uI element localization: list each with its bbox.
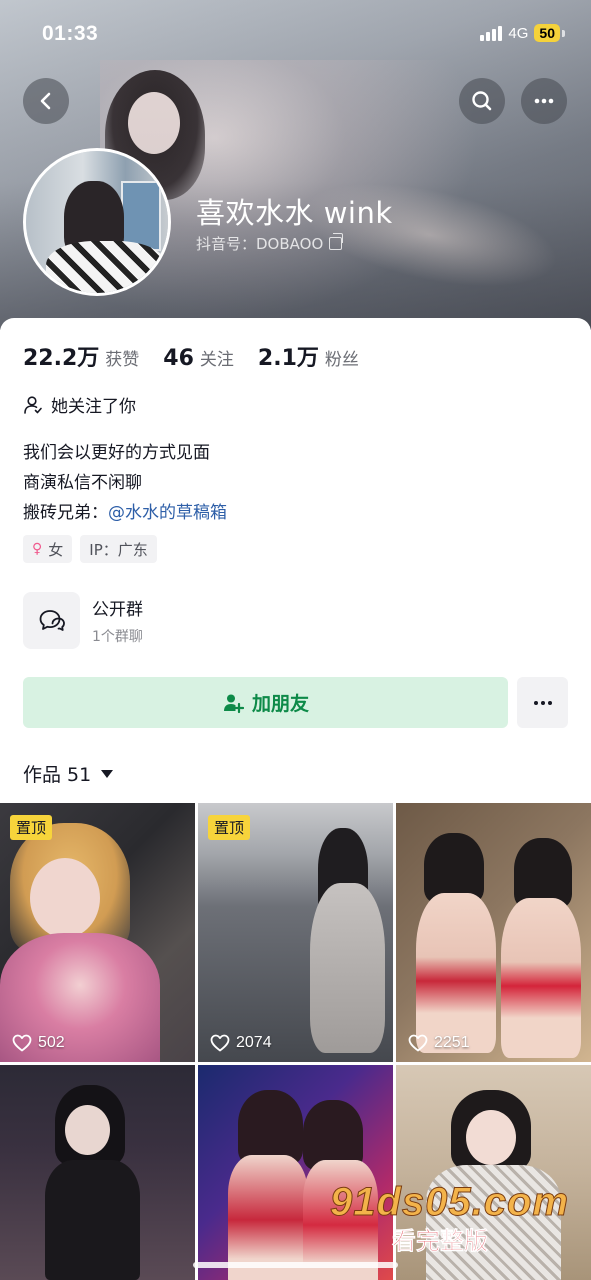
copy-icon[interactable] (329, 233, 344, 250)
chevron-left-icon (40, 92, 51, 110)
stat-label: 获赞 (105, 350, 140, 370)
stat-label: 关注 (199, 350, 234, 370)
profile-name: 喜欢水水 wink (196, 196, 393, 230)
more-icon (534, 98, 554, 104)
heart-icon (408, 1034, 428, 1052)
home-indicator[interactable] (193, 1262, 398, 1268)
group-title: 公开群 (92, 600, 143, 620)
douyin-id[interactable]: 抖音号：DOBAOO (196, 233, 344, 254)
heart-icon (210, 1034, 230, 1052)
search-button[interactable] (459, 78, 505, 124)
add-user-icon (223, 694, 244, 713)
video-likes: 2251 (408, 1034, 470, 1052)
likes-count: 502 (38, 1034, 65, 1051)
profile-more-button[interactable] (517, 677, 568, 728)
bio-prefix: 搬砖兄弟： (23, 503, 108, 523)
gender-tag: ♀ 女 (23, 535, 73, 563)
status-time: 01:33 (42, 22, 99, 45)
user-follow-icon (24, 395, 42, 414)
add-friend-button[interactable]: 加朋友 (23, 677, 508, 728)
video-likes: 2074 (210, 1034, 272, 1052)
stat-following[interactable]: 46 关注 (163, 345, 234, 371)
watermark-url: 91ds05.com (330, 1180, 570, 1225)
video-likes: 502 (12, 1034, 65, 1052)
battery-cap (562, 29, 565, 37)
back-button[interactable] (23, 78, 69, 124)
status-indicators: 4G 50 (480, 24, 565, 42)
pinned-badge: 置顶 (208, 815, 251, 840)
profile-tags: ♀ 女 IP：广东 (23, 535, 157, 563)
group-chat-icon (23, 592, 80, 649)
likes-count: 2074 (236, 1034, 272, 1051)
public-group[interactable]: 公开群 1个群聊 (23, 592, 143, 649)
avatar[interactable] (23, 148, 171, 296)
works-tab-label: 作品 51 (23, 764, 92, 786)
stat-value: 22.2万 (23, 346, 100, 371)
ip-tag: IP：广东 (80, 535, 157, 563)
stat-followers[interactable]: 2.1万 粉丝 (258, 340, 359, 372)
group-text: 公开群 1个群聊 (92, 595, 143, 646)
bio: 我们会以更好的方式见面 商演私信不闲聊 搬砖兄弟：@水水的草稿箱 (23, 438, 227, 528)
follows-you-text: 她关注了你 (51, 397, 136, 417)
bio-line: 商演私信不闲聊 (23, 473, 142, 493)
tab-works[interactable]: 作品 51 (23, 760, 114, 787)
group-subtitle: 1个群聊 (92, 629, 143, 645)
douyin-id-text: 抖音号：DOBAOO (196, 235, 324, 253)
bio-line: 我们会以更好的方式见面 (23, 443, 210, 463)
stat-value: 46 (163, 346, 194, 371)
more-options-button[interactable] (521, 78, 567, 124)
video-tile[interactable]: 置顶 2074 (198, 803, 393, 1062)
caret-down-icon (101, 769, 114, 778)
stat-value: 2.1万 (257, 346, 319, 371)
likes-count: 2251 (434, 1034, 470, 1051)
mention-link[interactable]: @水水的草稿箱 (108, 503, 227, 523)
battery-icon: 50 (534, 24, 560, 42)
network-type: 4G (508, 24, 529, 42)
bio-line: 搬砖兄弟：@水水的草稿箱 (23, 498, 227, 528)
heart-icon (12, 1034, 32, 1052)
pinned-badge: 置顶 (10, 815, 53, 840)
profile-stats: 22.2万 获赞 46 关注 2.1万 粉丝 (23, 340, 383, 372)
gender-text: 女 (48, 540, 64, 559)
video-tile[interactable]: 2251 (396, 803, 591, 1062)
more-icon (533, 700, 552, 705)
follows-you-row: 她关注了你 (23, 392, 136, 417)
stat-label: 粉丝 (324, 350, 359, 370)
watermark: 91ds05.com 看完整版 (330, 1180, 570, 1256)
search-icon (472, 91, 492, 111)
video-tile[interactable]: 置顶 502 (0, 803, 195, 1062)
stat-likes[interactable]: 22.2万 获赞 (23, 340, 139, 372)
female-icon: ♀ (32, 541, 43, 557)
watermark-caption: 看完整版 (392, 1227, 489, 1256)
signal-icon (480, 25, 503, 41)
add-friend-label: 加朋友 (251, 693, 309, 715)
video-tile[interactable] (0, 1065, 195, 1280)
ip-text: IP：广东 (89, 540, 148, 559)
